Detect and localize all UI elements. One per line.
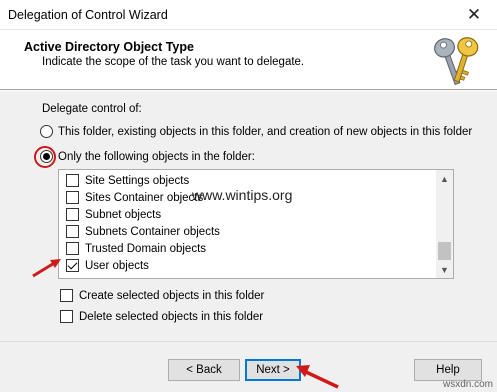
window-title: Delegation of Control Wizard	[8, 8, 168, 22]
title-bar: Delegation of Control Wizard ✕	[0, 0, 497, 30]
checkbox[interactable]	[66, 191, 79, 204]
list-item-label: Subnets Container objects	[85, 225, 220, 238]
scrollbar[interactable]: ▲ ▼	[436, 170, 453, 278]
list-item[interactable]: Site Settings objects	[66, 172, 189, 189]
delegate-label: Delegate control of:	[42, 103, 142, 115]
radio-this-folder[interactable]: This folder, existing objects in this fo…	[40, 125, 472, 138]
delete-objects-option[interactable]: Delete selected objects in this folder	[60, 310, 263, 323]
site-tag: wsxdn.com	[442, 379, 493, 390]
page-subtitle: Indicate the scope of the task you want …	[42, 56, 305, 68]
list-item-user-objects[interactable]: User objects	[66, 257, 149, 274]
list-item[interactable]: Subnet objects	[66, 206, 161, 223]
close-icon: ✕	[466, 5, 482, 24]
scrollbar-thumb[interactable]	[438, 242, 451, 260]
wizard-footer: < Back Next > Help wsxdn.com	[0, 341, 497, 392]
object-type-list[interactable]: Site Settings objects Sites Container ob…	[58, 169, 454, 279]
list-item[interactable]: Trusted Domain objects	[66, 240, 206, 257]
checkbox[interactable]	[66, 208, 79, 221]
annotation-circle	[34, 146, 56, 168]
checkbox-checked[interactable]	[66, 259, 79, 272]
list-item[interactable]: Sites Container objects	[66, 189, 203, 206]
delete-objects-label: Delete selected objects in this folder	[79, 310, 264, 323]
list-item[interactable]: Subnets Container objects	[66, 223, 220, 240]
back-button[interactable]: < Back	[168, 359, 240, 381]
list-item-label: Subnet objects	[85, 208, 162, 221]
wizard-body: Delegate control of: This folder, existi…	[0, 91, 497, 341]
close-button[interactable]: ✕	[451, 0, 497, 30]
create-objects-label: Create selected objects in this folder	[79, 289, 265, 302]
checkbox[interactable]	[60, 310, 73, 323]
checkbox[interactable]	[66, 174, 79, 187]
radio-only-following-label: Only the following objects in the folder…	[58, 150, 255, 163]
scroll-up-icon[interactable]: ▲	[436, 170, 453, 187]
radio-button[interactable]	[40, 125, 53, 138]
checkbox[interactable]	[66, 242, 79, 255]
scroll-down-icon[interactable]: ▼	[436, 261, 453, 278]
radio-only-following[interactable]: Only the following objects in the folder…	[40, 150, 255, 163]
help-button[interactable]: Help	[414, 359, 482, 381]
list-item-label: User objects	[85, 259, 149, 272]
list-item-label: Trusted Domain objects	[85, 242, 207, 255]
create-objects-option[interactable]: Create selected objects in this folder	[60, 289, 264, 302]
checkbox[interactable]	[60, 289, 73, 302]
list-item-label: Sites Container objects	[85, 191, 204, 204]
page-title: Active Directory Object Type	[24, 40, 194, 54]
keys-icon	[434, 37, 479, 86]
radio-this-folder-label: This folder, existing objects in this fo…	[58, 125, 473, 138]
next-button[interactable]: Next >	[245, 359, 301, 381]
checkbox[interactable]	[66, 225, 79, 238]
list-item-label: Site Settings objects	[85, 174, 190, 187]
wizard-header: Active Directory Object Type Indicate th…	[0, 30, 497, 90]
watermark: www.wintips.org	[192, 187, 293, 203]
